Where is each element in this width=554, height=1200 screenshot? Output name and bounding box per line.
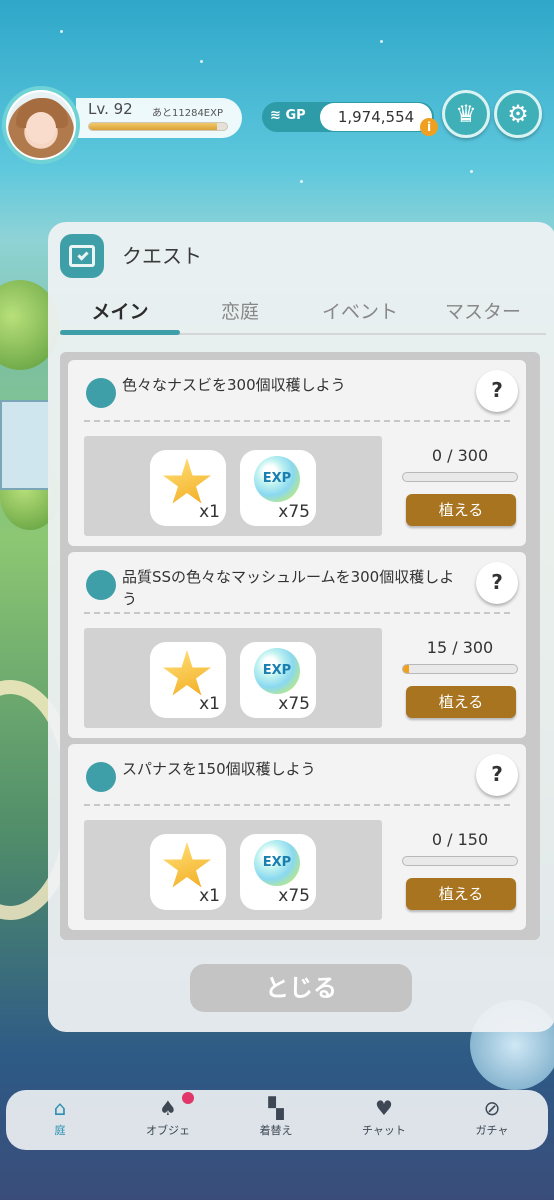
tab-active-underline xyxy=(60,330,180,335)
reward-exp: EXP x75 xyxy=(240,450,316,526)
nav-item-clothes[interactable]: ▚ 着替え xyxy=(226,1090,326,1150)
reward-star: x1 xyxy=(150,642,226,718)
quest-title-text: スパナスを150個収穫しよう xyxy=(122,760,316,778)
nav-label: チャット xyxy=(362,1124,406,1137)
gp-panel[interactable]: ≋ GP 1,974,554 xyxy=(262,102,434,132)
chat-icon: ♥ xyxy=(375,1096,393,1120)
question-icon: ? xyxy=(491,762,503,786)
quest-title-text: 品質SSの色々なマッシュルームを300個収穫しよう xyxy=(122,568,455,608)
plant-button[interactable]: 植える xyxy=(406,878,516,910)
gear-icon: ⚙ xyxy=(507,100,529,128)
quest-title-row: クエスト xyxy=(48,222,554,286)
progress-fill xyxy=(403,665,409,673)
clothes-icon: ▚ xyxy=(268,1096,284,1120)
star-icon xyxy=(163,458,211,504)
tab-koiniwa[interactable]: 恋庭 xyxy=(180,292,300,332)
close-button[interactable]: とじる xyxy=(190,964,412,1012)
reward-qty: x75 xyxy=(278,502,310,522)
nav-item-object[interactable]: ♠ オブジェ xyxy=(118,1090,218,1150)
gp-value: 1,974,554 xyxy=(337,108,415,126)
star-icon xyxy=(163,842,211,888)
exp-remaining: あと11284EXP xyxy=(152,108,224,119)
gp-stack-icon: ≋ xyxy=(270,108,281,123)
question-icon: ? xyxy=(491,570,503,594)
help-button[interactable]: ? xyxy=(476,754,518,796)
object-icon: ♠ xyxy=(159,1096,177,1120)
gacha-icon: ⊘ xyxy=(483,1096,501,1120)
nav-label: ガチャ xyxy=(475,1124,509,1137)
avatar-face xyxy=(26,112,56,144)
quest-list[interactable]: 色々なナスビを300個収穫しよう ? x1 EXP x75 0 / 300 植え… xyxy=(60,352,540,940)
reward-qty: x1 xyxy=(199,694,220,714)
help-button[interactable]: ? xyxy=(476,562,518,604)
player-avatar[interactable] xyxy=(2,86,80,164)
nav-item-chat[interactable]: ♥ チャット xyxy=(334,1090,434,1150)
plant-button[interactable]: 植える xyxy=(406,686,516,718)
reward-qty: x1 xyxy=(199,886,220,906)
quest-card: スパナスを150個収穫しよう ? x1 EXP x75 0 / 150 植える xyxy=(68,744,526,930)
tab-event[interactable]: イベント xyxy=(300,292,420,332)
divider xyxy=(84,804,510,806)
gp-label: ≋ GP xyxy=(270,108,306,123)
progress-bar xyxy=(402,664,518,674)
quest-tabs: メイン 恋庭 イベント マスター xyxy=(60,292,546,336)
reward-qty: x75 xyxy=(278,694,310,714)
level-label: Lv. 92 xyxy=(88,100,133,118)
notification-badge xyxy=(182,1092,194,1104)
crown-button[interactable]: ♛ xyxy=(442,90,490,138)
tab-master[interactable]: マスター xyxy=(420,292,546,332)
exp-bar-fill xyxy=(89,123,218,130)
nav-label: 庭 xyxy=(54,1124,66,1137)
question-icon: ? xyxy=(491,378,503,402)
calendar-icon xyxy=(60,234,104,278)
progress-bar xyxy=(402,472,518,482)
reward-exp: EXP x75 xyxy=(240,642,316,718)
quest-title: クエスト xyxy=(122,244,202,268)
settings-button[interactable]: ⚙ xyxy=(494,90,542,138)
exp-bar xyxy=(88,122,228,131)
progress-text: 15 / 300 xyxy=(426,638,494,657)
star-icon xyxy=(163,650,211,696)
crown-icon: ♛ xyxy=(455,100,477,128)
reward-star: x1 xyxy=(150,450,226,526)
reward-box: x1 EXP x75 xyxy=(84,820,382,920)
reward-star: x1 xyxy=(150,834,226,910)
reward-box: x1 EXP x75 xyxy=(84,436,382,536)
quest-card: 色々なナスビを300個収穫しよう ? x1 EXP x75 0 / 300 植え… xyxy=(68,360,526,546)
quest-title-text: 色々なナスビを300個収穫しよう xyxy=(122,376,346,394)
nav-item-gacha[interactable]: ⊘ ガチャ xyxy=(442,1090,542,1150)
gp-value-box: 1,974,554 xyxy=(320,103,432,131)
plant-button[interactable]: 植える xyxy=(406,494,516,526)
quest-panel: クエスト メイン 恋庭 イベント マスター 色々なナスビを300個収穫しよう ?… xyxy=(48,222,554,1032)
progress-text: 0 / 150 xyxy=(431,830,489,849)
house-icon: ⌂ xyxy=(53,1096,67,1120)
quest-status-dot xyxy=(86,570,116,600)
divider xyxy=(84,420,510,422)
quest-status-dot xyxy=(86,378,116,408)
nav-label: 着替え xyxy=(259,1124,293,1137)
bottom-nav: ⌂ 庭 ♠ オブジェ ▚ 着替え ♥ チャット ⊘ ガチャ xyxy=(6,1090,548,1150)
progress-bar xyxy=(402,856,518,866)
level-panel: Lv. 92 あと11284EXP xyxy=(76,98,242,138)
reward-exp: EXP x75 xyxy=(240,834,316,910)
exp-orb-icon: EXP xyxy=(254,648,300,694)
reward-box: x1 EXP x75 xyxy=(84,628,382,728)
nav-label: オブジェ xyxy=(146,1124,190,1137)
tab-main[interactable]: メイン xyxy=(60,292,180,332)
exp-orb-icon: EXP xyxy=(254,840,300,886)
quest-card: 品質SSの色々なマッシュルームを300個収穫しよう ? x1 EXP x75 1… xyxy=(68,552,526,738)
reward-qty: x75 xyxy=(278,886,310,906)
player-header: Lv. 92 あと11284EXP ≋ GP 1,974,554 i ♛ ⚙ xyxy=(0,84,554,164)
info-icon[interactable]: i xyxy=(420,118,438,136)
nav-item-garden[interactable]: ⌂ 庭 xyxy=(10,1090,110,1150)
quest-status-dot xyxy=(86,762,116,792)
exp-orb-icon: EXP xyxy=(254,456,300,502)
reward-qty: x1 xyxy=(199,502,220,522)
divider xyxy=(84,612,510,614)
progress-text: 0 / 300 xyxy=(431,446,489,465)
help-button[interactable]: ? xyxy=(476,370,518,412)
